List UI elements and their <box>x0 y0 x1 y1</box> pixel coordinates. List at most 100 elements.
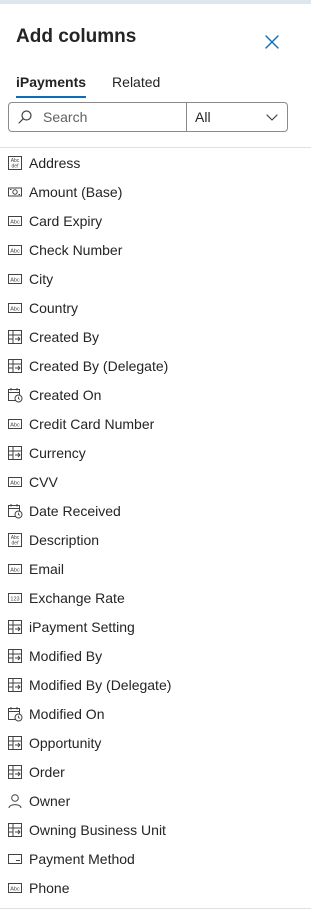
svg-text:Abc: Abc <box>10 219 20 225</box>
column-label: Created By (Delegate) <box>29 357 169 374</box>
svg-text:Abc: Abc <box>10 248 20 254</box>
column-item[interactable]: Amount (Base) <box>0 177 311 206</box>
filter-selected: All <box>195 109 211 125</box>
column-item[interactable]: Abc City <box>0 264 311 293</box>
column-item[interactable]: Modified By (Delegate) <box>0 670 311 699</box>
text-icon: Abc <box>7 213 23 229</box>
text-icon: Abc <box>7 271 23 287</box>
search-row: All <box>8 102 288 132</box>
column-label: Amount (Base) <box>29 183 123 200</box>
column-label: Phone <box>29 879 70 896</box>
column-item[interactable]: Date Received <box>0 496 311 525</box>
column-item[interactable]: Owning Business Unit <box>0 815 311 844</box>
column-item[interactable]: Abc Phone <box>0 873 311 902</box>
column-item[interactable]: iPayment Setting <box>0 612 311 641</box>
chevron-down-icon <box>266 114 278 121</box>
column-label: CVV <box>29 473 58 490</box>
column-label: Owning Business Unit <box>29 821 166 838</box>
text-icon: Abc <box>7 474 23 490</box>
svg-text:Abc: Abc <box>10 422 20 428</box>
filter-dropdown[interactable]: All <box>187 102 288 132</box>
column-item[interactable]: Abc Card Expiry <box>0 206 311 235</box>
column-label: Email <box>29 560 65 577</box>
multiline-text-icon: Abc def <box>7 532 23 548</box>
multiline-text-icon: Abc def <box>7 155 23 171</box>
column-label: Opportunity <box>29 734 102 751</box>
date-time-icon <box>7 706 23 722</box>
lookup-icon <box>7 329 23 345</box>
column-item[interactable]: Created On <box>0 380 311 409</box>
lookup-icon <box>7 735 23 751</box>
column-label: Created By <box>29 328 100 345</box>
panel-title: Add columns <box>16 26 137 47</box>
lookup-icon <box>7 764 23 780</box>
column-label: Exchange Rate <box>29 589 125 606</box>
close-button[interactable] <box>261 31 283 53</box>
column-item[interactable]: Abc def Address <box>0 148 311 177</box>
column-item[interactable]: Payment Method <box>0 844 311 873</box>
column-item[interactable]: Opportunity <box>0 728 311 757</box>
column-item[interactable]: Abc Country <box>0 293 311 322</box>
search-input[interactable] <box>41 108 185 126</box>
column-item[interactable]: Created By (Delegate) <box>0 351 311 380</box>
column-label: Country <box>29 299 79 316</box>
lookup-icon <box>7 822 23 838</box>
column-label: iPayment Setting <box>29 618 135 635</box>
column-list: Abc def Address Amount (Base) Abc Card Expiry… <box>0 148 311 902</box>
column-item[interactable]: Created By <box>0 322 311 351</box>
column-item[interactable]: Owner <box>0 786 311 815</box>
column-label: Payment Method <box>29 850 135 867</box>
tab-related[interactable]: Related <box>112 74 160 98</box>
svg-text:123: 123 <box>10 596 19 602</box>
column-item[interactable]: Abc Credit Card Number <box>0 409 311 438</box>
search-icon <box>18 110 32 124</box>
column-label: Order <box>29 763 65 780</box>
text-icon: Abc <box>7 880 23 896</box>
column-label: Currency <box>29 444 86 461</box>
column-label: Modified By (Delegate) <box>29 676 172 693</box>
column-label: Modified On <box>29 705 105 722</box>
tab-ipayments[interactable]: iPayments <box>16 74 87 98</box>
tab-list: iPayments Related <box>16 74 160 98</box>
column-item[interactable]: Currency <box>0 438 311 467</box>
svg-text:Abc: Abc <box>10 480 20 486</box>
number-icon: 123 <box>7 590 23 606</box>
lookup-icon <box>7 648 23 664</box>
text-icon: Abc <box>7 242 23 258</box>
add-columns-panel: Add columns iPayments Related All Abcdef… <box>0 4 311 909</box>
column-item[interactable]: Abc CVV <box>0 467 311 496</box>
lookup-icon <box>7 619 23 635</box>
column-label: Owner <box>29 792 71 809</box>
column-item[interactable]: Modified By <box>0 641 311 670</box>
column-item[interactable]: Order <box>0 757 311 786</box>
svg-text:Abc: Abc <box>10 277 20 283</box>
svg-text:Abc: Abc <box>10 567 20 573</box>
close-icon <box>265 35 279 49</box>
svg-text:def: def <box>12 163 20 169</box>
column-label: Date Received <box>29 502 121 519</box>
text-icon: Abc <box>7 300 23 316</box>
choice-icon <box>7 851 23 867</box>
column-label: Credit Card Number <box>29 415 155 432</box>
column-label: Check Number <box>29 241 123 258</box>
column-label: Created On <box>29 386 102 403</box>
currency-icon <box>7 184 23 200</box>
text-icon: Abc <box>7 561 23 577</box>
text-icon: Abc <box>7 416 23 432</box>
column-item[interactable]: Abc Check Number <box>0 235 311 264</box>
column-item[interactable]: Modified On <box>0 699 311 728</box>
column-label: Address <box>29 154 81 171</box>
column-item[interactable]: 123 Exchange Rate <box>0 583 311 612</box>
column-label: Card Expiry <box>29 212 103 229</box>
lookup-icon <box>7 445 23 461</box>
search-box[interactable] <box>8 102 187 132</box>
lookup-icon <box>7 358 23 374</box>
svg-text:Abc: Abc <box>10 886 20 892</box>
column-item[interactable]: Abc def Description <box>0 525 311 554</box>
date-time-icon <box>7 503 23 519</box>
column-item[interactable]: Abc Email <box>0 554 311 583</box>
date-time-icon <box>7 387 23 403</box>
person-icon <box>7 793 23 809</box>
svg-text:Abc: Abc <box>10 306 20 312</box>
column-label: City <box>29 270 54 287</box>
